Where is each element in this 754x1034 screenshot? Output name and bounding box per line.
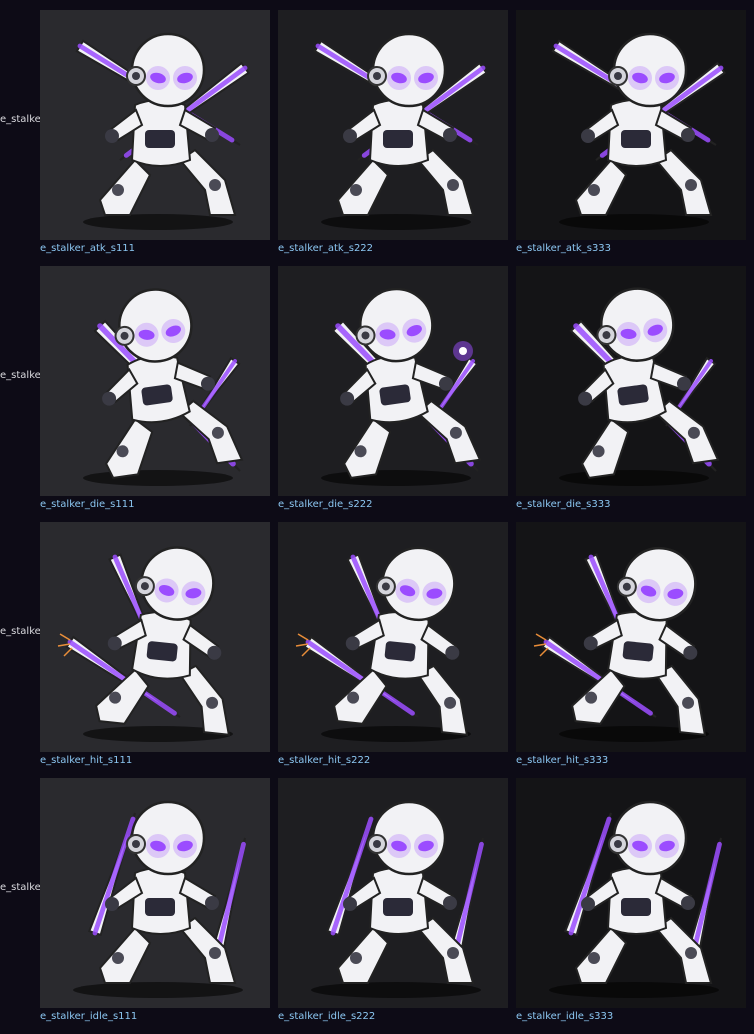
robot-swordsman-sprite <box>40 778 270 1008</box>
sprite-thumbnail[interactable] <box>516 522 746 752</box>
row-label: e_stalker <box>0 114 40 125</box>
sprite-thumbnail[interactable] <box>278 522 508 752</box>
sprite-thumbnail[interactable] <box>516 266 746 496</box>
sprite-row-idle: e_stalker e_stalker_idle_s111 e_stalker_… <box>0 768 754 1024</box>
row-label: e_stalker <box>0 882 40 893</box>
sprite-row-hit: e_stalker e_stalker_hit_s111 e_stalker_h… <box>0 512 754 768</box>
sprite-cell[interactable]: e_stalker_die_s111 <box>40 266 270 511</box>
sprite-row-die: e_stalker e_stalker_die_s111 e_stalker_d… <box>0 256 754 512</box>
sprite-cell[interactable]: e_stalker_hit_s333 <box>516 522 746 767</box>
sprite-thumbnail[interactable] <box>516 10 746 240</box>
sprite-caption: e_stalker_die_s333 <box>516 499 611 510</box>
sprite-thumbnail[interactable] <box>40 266 270 496</box>
sprite-thumbnail[interactable] <box>40 522 270 752</box>
sprite-cell[interactable]: e_stalker_hit_s111 <box>40 522 270 767</box>
robot-swordsman-sprite <box>278 266 508 496</box>
sprite-cell[interactable]: e_stalker_die_s222 <box>278 266 508 511</box>
sprite-caption: e_stalker_atk_s222 <box>278 243 374 254</box>
sprite-thumbnail[interactable] <box>40 778 270 1008</box>
sprite-caption: e_stalker_atk_s333 <box>516 243 612 254</box>
sprite-cell[interactable]: e_stalker_atk_s111 <box>40 10 270 255</box>
sprite-thumbnail[interactable] <box>278 778 508 1008</box>
row-label: e_stalker <box>0 370 40 381</box>
robot-swordsman-sprite <box>278 10 508 240</box>
sprite-caption: e_stalker_hit_s222 <box>278 755 371 766</box>
sprite-cell[interactable]: e_stalker_hit_s222 <box>278 522 508 767</box>
sprite-thumbnail[interactable] <box>278 10 508 240</box>
sprite-caption: e_stalker_atk_s111 <box>40 243 136 254</box>
sprite-caption: e_stalker_hit_s111 <box>40 755 133 766</box>
sprite-caption: e_stalker_hit_s333 <box>516 755 609 766</box>
robot-swordsman-sprite <box>516 266 746 496</box>
robot-swordsman-sprite <box>516 10 746 240</box>
sprite-caption: e_stalker_idle_s222 <box>278 1011 376 1022</box>
robot-swordsman-sprite <box>278 778 508 1008</box>
sprite-row-atk: e_stalker e_stalker_atk_s111 e_stalker_a… <box>0 0 754 256</box>
sprite-thumbnail[interactable] <box>40 10 270 240</box>
sprite-caption: e_stalker_die_s222 <box>278 499 373 510</box>
sprite-sheet-viewer: e_stalker e_stalker_atk_s111 e_stalker_a… <box>0 0 754 1034</box>
robot-swordsman-sprite <box>516 522 746 752</box>
sprite-cell[interactable]: e_stalker_atk_s222 <box>278 10 508 255</box>
robot-swordsman-sprite <box>40 266 270 496</box>
robot-swordsman-sprite <box>40 522 270 752</box>
sprite-cell[interactable]: e_stalker_atk_s333 <box>516 10 746 255</box>
sprite-cell[interactable]: e_stalker_idle_s111 <box>40 778 270 1023</box>
sprite-caption: e_stalker_die_s111 <box>40 499 135 510</box>
robot-swordsman-sprite <box>40 10 270 240</box>
robot-swordsman-sprite <box>278 522 508 752</box>
sprite-thumbnail[interactable] <box>278 266 508 496</box>
sprite-caption: e_stalker_idle_s111 <box>40 1011 138 1022</box>
sprite-caption: e_stalker_idle_s333 <box>516 1011 614 1022</box>
sprite-cell[interactable]: e_stalker_die_s333 <box>516 266 746 511</box>
robot-swordsman-sprite <box>516 778 746 1008</box>
sprite-cell[interactable]: e_stalker_idle_s222 <box>278 778 508 1023</box>
sprite-cell[interactable]: e_stalker_idle_s333 <box>516 778 746 1023</box>
sprite-thumbnail[interactable] <box>516 778 746 1008</box>
row-label: e_stalker <box>0 626 40 637</box>
